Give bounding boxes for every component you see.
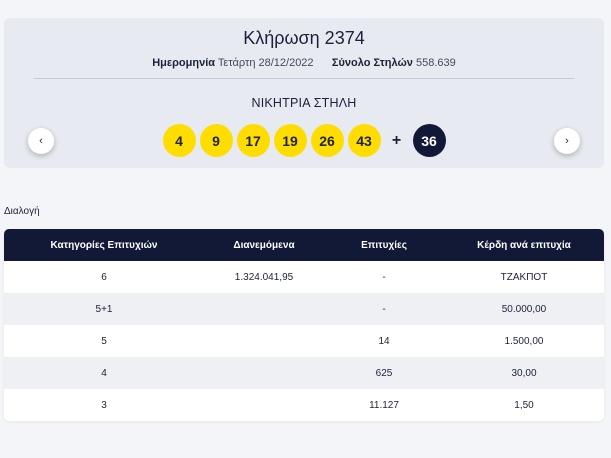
- header-distributed: Διανεμόμενα: [233, 239, 295, 251]
- chevron-right-icon: ›: [565, 135, 569, 147]
- table-row: 5+1 - 50.000,00: [4, 293, 604, 325]
- winning-numbers: 4 9 17 19 26 43 + 36: [4, 124, 604, 157]
- number-ball: 17: [236, 124, 270, 157]
- distributed-cell: [204, 325, 324, 357]
- prize-cell: 30,00: [511, 367, 537, 379]
- table-row: 3 11.127 1,50: [4, 389, 604, 421]
- header-winners: Επιτυχίες: [361, 239, 407, 251]
- table-header-row: Κατηγορίες Επιτυχιών Διανεμόμενα Επιτυχί…: [4, 229, 604, 261]
- winners-cell: 11.127: [369, 399, 399, 411]
- winners-cell: -: [382, 271, 386, 283]
- number-ball: 9: [199, 124, 233, 157]
- winners-cell: 14: [378, 335, 390, 347]
- prize-cell: 50.000,00: [501, 303, 547, 315]
- category-cell: 5: [101, 335, 107, 347]
- plus-sign: +: [391, 131, 402, 149]
- winning-column-label: ΝΙΚΗΤΡΙΑ ΣΤΗΛΗ: [251, 96, 357, 110]
- number-ball: 4: [162, 124, 196, 157]
- category-cell: 3: [101, 399, 107, 411]
- header-categories: Κατηγορίες Επιτυχιών: [50, 239, 158, 251]
- draw-meta: Ημερομηνία Τετάρτη 28/12/2022 Σύνολο Στη…: [4, 57, 604, 69]
- date-value: Τετάρτη 28/12/2022: [217, 57, 314, 69]
- distributed-cell: [204, 293, 324, 325]
- category-cell: 5+1: [95, 303, 113, 315]
- number-ball: 19: [273, 124, 307, 157]
- number-ball: 26: [310, 124, 344, 157]
- category-cell: 6: [101, 271, 107, 283]
- prize-cell: ΤΖΑΚΠΟΤ: [500, 271, 548, 283]
- distributed-cell: 1.324.041,95: [234, 271, 294, 283]
- distributed-cell: [204, 389, 324, 421]
- draw-card: Κλήρωση 2374 Ημερομηνία Τετάρτη 28/12/20…: [4, 18, 604, 168]
- winners-cell: -: [382, 303, 386, 315]
- total-columns-value: 558.639: [416, 57, 456, 69]
- joker-ball: 36: [412, 124, 446, 157]
- next-draw-button[interactable]: ›: [554, 128, 580, 154]
- category-cell: 4: [101, 367, 107, 379]
- number-ball: 43: [347, 124, 381, 157]
- total-columns-label: Σύνολο Στηλών: [331, 57, 413, 69]
- table-row: 4 625 30,00: [4, 357, 604, 389]
- table-row: 5 14 1.500,00: [4, 325, 604, 357]
- prize-table: Κατηγορίες Επιτυχιών Διανεμόμενα Επιτυχί…: [4, 229, 604, 421]
- winners-cell: 625: [375, 367, 393, 379]
- chevron-left-icon: ‹: [39, 135, 43, 147]
- table-row: 6 1.324.041,95 - ΤΖΑΚΠΟΤ: [4, 261, 604, 293]
- header-prize-per-winner: Κέρδη ανά επιτυχία: [477, 239, 571, 251]
- divider: [34, 78, 574, 79]
- select-label[interactable]: Διαλογή: [4, 206, 40, 217]
- distributed-cell: [204, 357, 324, 389]
- prize-cell: 1.500,00: [504, 335, 544, 347]
- previous-draw-button[interactable]: ‹: [28, 128, 54, 154]
- draw-title: Κλήρωση 2374: [243, 28, 365, 48]
- prize-cell: 1,50: [514, 399, 534, 411]
- date-label: Ημερομηνία: [152, 57, 216, 69]
